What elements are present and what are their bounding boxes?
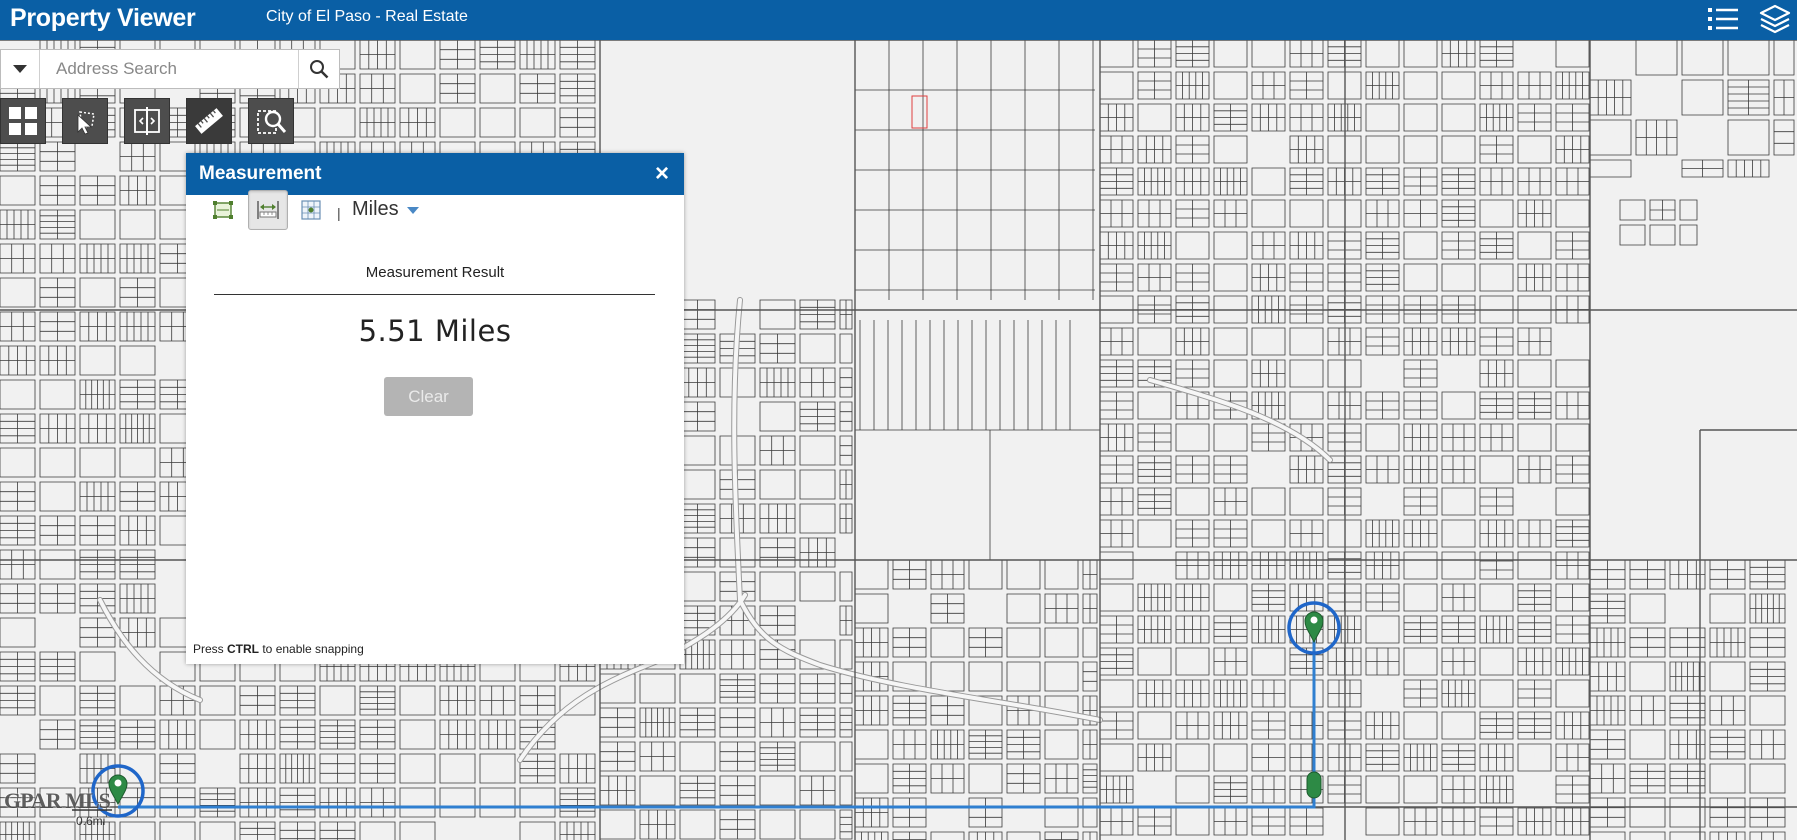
caret-down-icon <box>406 207 419 214</box>
measurement-result-label: Measurement Result <box>365 264 505 281</box>
measurement-panel: Measurement × | Miles Measurement Result <box>186 153 684 664</box>
app-subtitle: City of El Paso - Real Estate <box>266 8 468 25</box>
swipe-tool-button[interactable] <box>124 98 170 144</box>
search-icon <box>310 60 329 79</box>
chevron-down-icon <box>13 65 27 73</box>
measurement-result-value: 5.51 Miles <box>358 314 512 348</box>
location-tool-icon <box>301 200 321 220</box>
toolbar-separator: | <box>337 205 341 221</box>
swipe-icon <box>134 107 160 135</box>
layers-icon[interactable] <box>1757 2 1793 38</box>
search-source-dropdown[interactable] <box>1 50 40 88</box>
measurement-vertex-marker[interactable] <box>1306 771 1322 799</box>
measurement-panel-title: Measurement <box>199 163 322 184</box>
legend-list-icon[interactable] <box>1705 2 1741 38</box>
address-search-box <box>0 49 340 89</box>
area-tool-icon <box>213 201 233 219</box>
measurement-panel-header: Measurement × <box>186 153 684 195</box>
distance-tool-button[interactable] <box>248 190 288 230</box>
basemap-gallery-button[interactable] <box>0 98 46 144</box>
result-divider <box>214 294 655 295</box>
address-search-input[interactable] <box>41 50 297 88</box>
basemap-gallery-icon <box>9 107 37 135</box>
unit-dropdown-value: Miles <box>352 198 399 220</box>
measure-tool-button[interactable] <box>186 98 232 144</box>
select-icon <box>77 111 95 135</box>
search-button[interactable] <box>298 50 339 88</box>
unit-dropdown[interactable]: Miles <box>352 198 419 221</box>
area-tool-button[interactable] <box>204 191 242 229</box>
app-title: Property Viewer <box>10 4 196 32</box>
app-header: Property Viewer City of El Paso - Real E… <box>0 0 1797 40</box>
scale-label: 0.6mi <box>76 814 106 828</box>
close-icon[interactable]: × <box>655 162 669 186</box>
watermark-logo: GPAR MLS <box>4 788 111 813</box>
identify-icon <box>257 110 287 134</box>
clear-button[interactable]: Clear <box>384 377 473 416</box>
distance-tool-icon <box>257 201 279 219</box>
location-tool-button[interactable] <box>292 191 330 229</box>
select-tool-button[interactable] <box>62 98 108 144</box>
measure-ruler-icon <box>195 108 223 134</box>
snapping-hint: Press CTRL to enable snapping <box>193 642 364 656</box>
identify-tool-button[interactable] <box>248 98 294 144</box>
